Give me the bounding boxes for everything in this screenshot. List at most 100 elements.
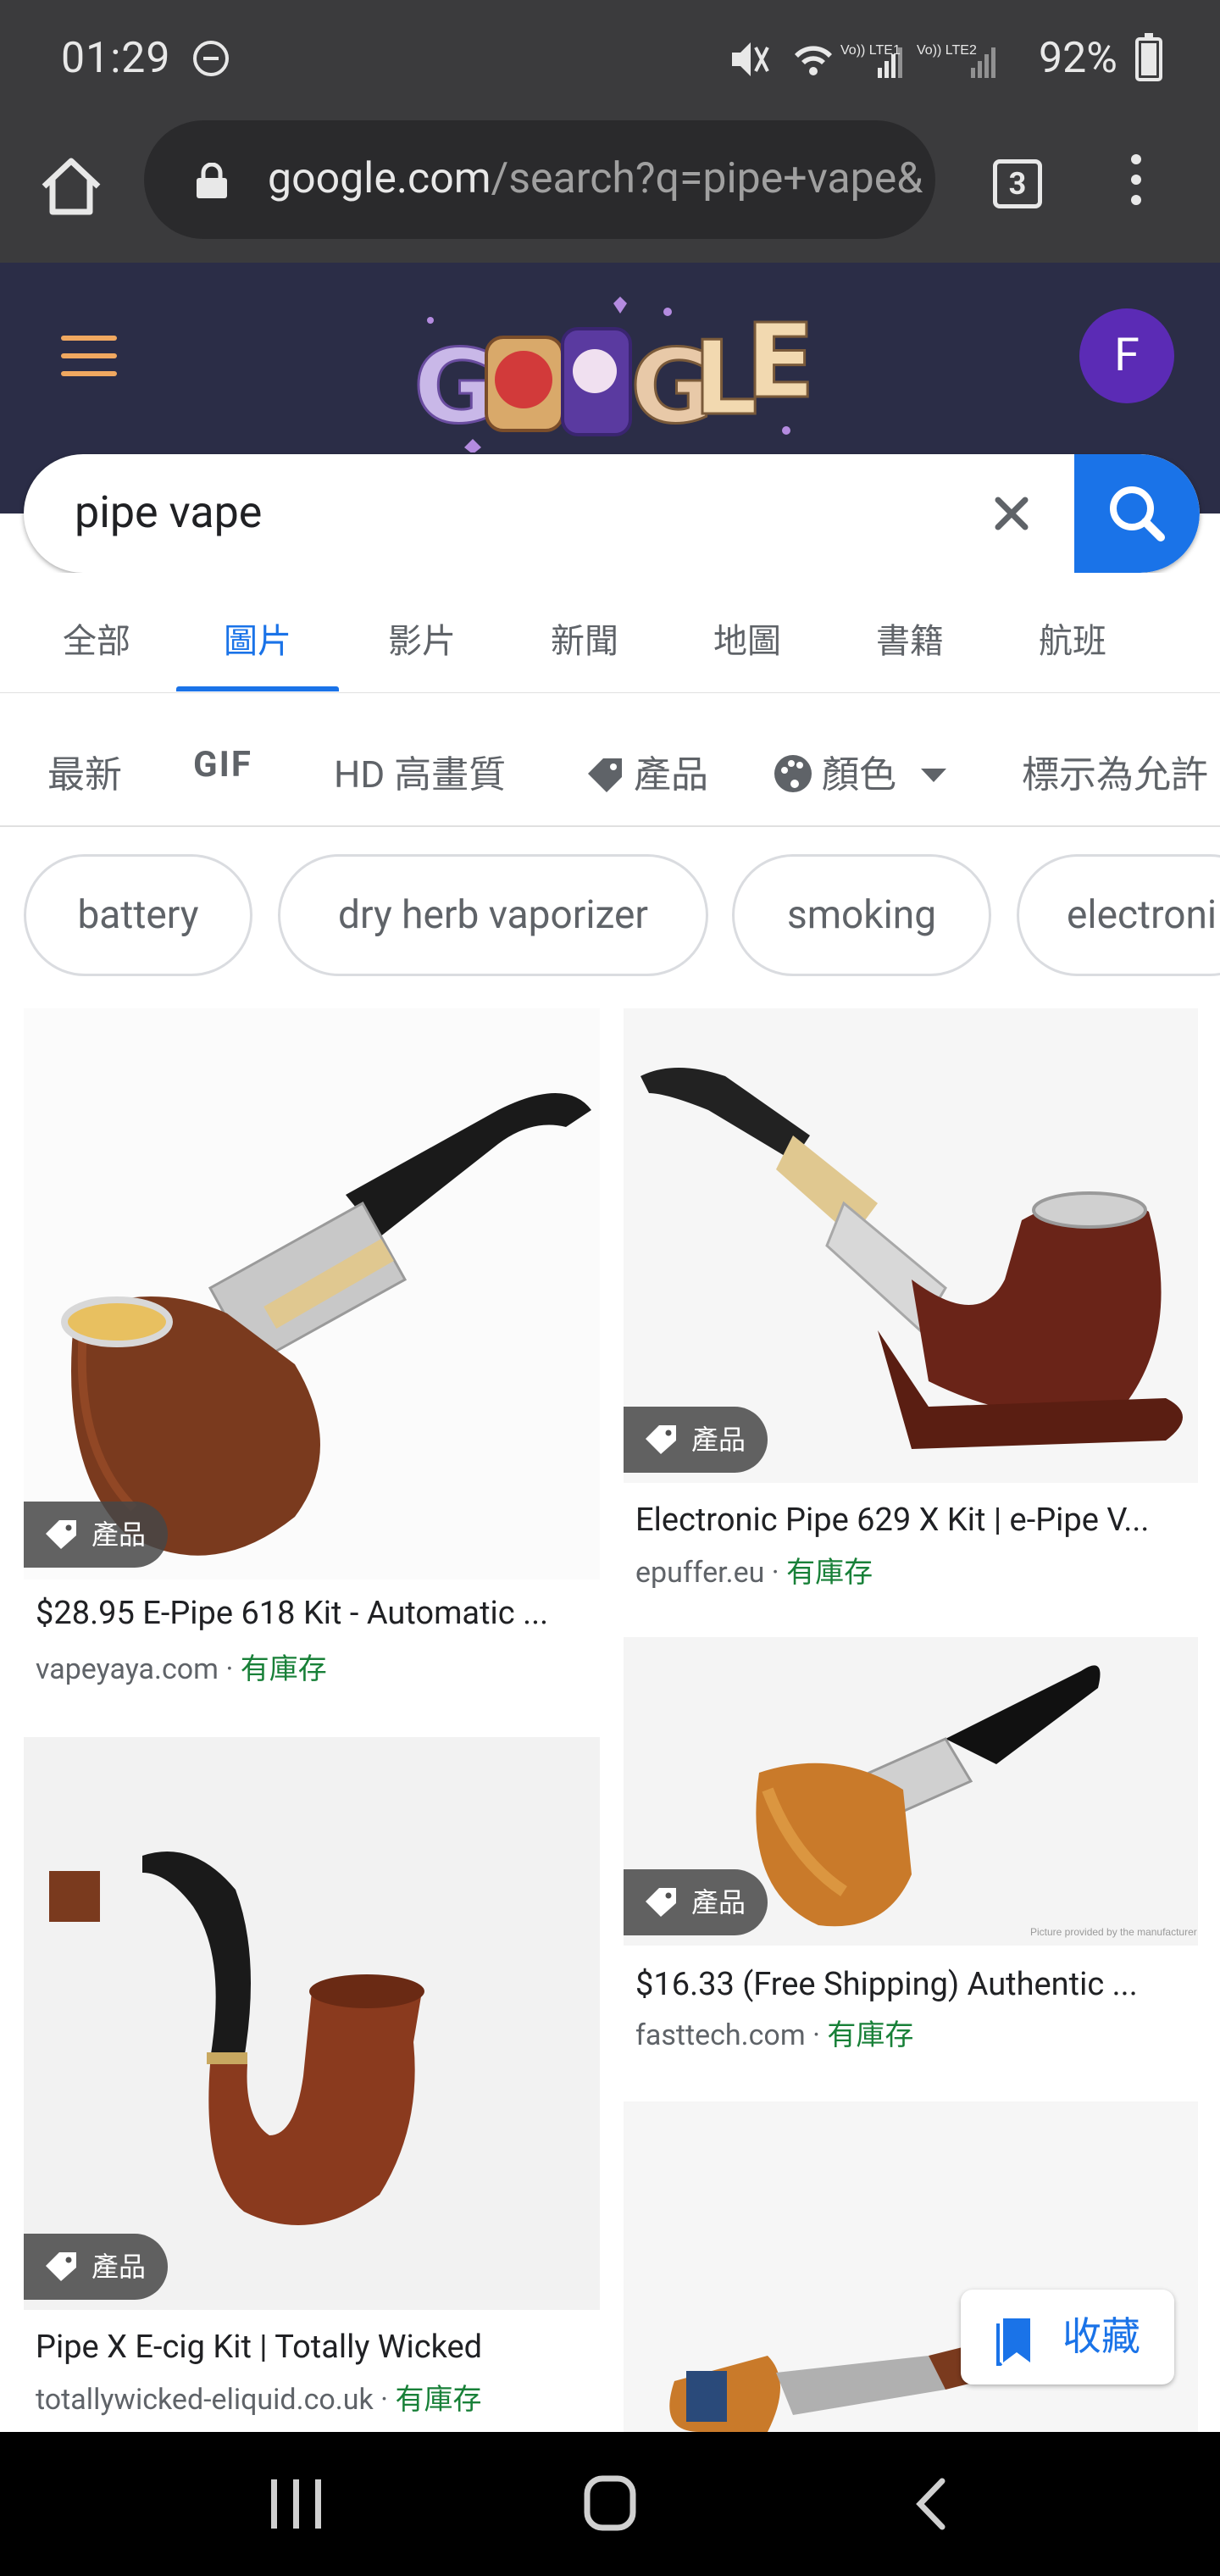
tag-icon <box>46 1520 76 1549</box>
home-nav-icon[interactable] <box>583 2474 637 2532</box>
in-stock-label: 有庫存 <box>827 2018 914 2052</box>
tag-icon <box>588 758 622 792</box>
result-source: totallywicked-eliquid.co.uk · 有庫存 <box>36 2376 481 2418</box>
google-doodle-logo[interactable]: G G L E <box>413 286 815 452</box>
result-title[interactable]: Electronic Pipe 629 X Kit | e-Pipe V... <box>635 1502 1195 1539</box>
result-domain: fasttech.com <box>635 2018 806 2052</box>
status-time: 01:29 <box>61 34 171 83</box>
search-button[interactable] <box>1074 454 1200 573</box>
result-image[interactable] <box>24 1737 600 2310</box>
tool-hd[interactable]: HD 高畫質 <box>334 744 506 798</box>
source-separator: · <box>771 1556 779 1590</box>
active-tab-indicator <box>176 686 339 691</box>
back-icon[interactable] <box>912 2476 949 2532</box>
search-area: pipe vape <box>0 454 1220 573</box>
system-navigation-bar <box>0 2432 1220 2576</box>
pipe-image <box>24 1008 600 1579</box>
result-source: vapeyaya.com · 有庫存 <box>36 1646 327 1687</box>
address-bar[interactable]: google.com/search?q=pipe+vape& <box>144 120 935 239</box>
image-result[interactable]: Picture provided by the manufacturer 產品 … <box>624 1637 1198 2078</box>
account-avatar[interactable]: F <box>1079 308 1174 403</box>
in-stock-label: 有庫存 <box>240 1652 327 1686</box>
url-text: google.com/search?q=pipe+vape& <box>268 154 923 203</box>
tool-color[interactable]: 顏色 <box>773 744 948 798</box>
overflow-menu-icon[interactable] <box>1123 154 1149 222</box>
tab-news[interactable]: 新聞 <box>551 613 618 663</box>
tab-flights[interactable]: 航班 <box>1039 613 1106 663</box>
svg-text:E: E <box>746 303 815 421</box>
tag-icon <box>46 2252 76 2281</box>
url-path: /search?q=pipe+vape& <box>491 154 923 203</box>
svg-text:G: G <box>413 329 497 447</box>
lock-icon <box>197 163 227 198</box>
chip-battery[interactable]: battery <box>24 854 252 976</box>
lte2-label: Vo)) LTE2 <box>917 43 977 58</box>
in-stock-label: 有庫存 <box>395 2383 482 2417</box>
battery-percent: 92% <box>1039 34 1117 83</box>
result-title[interactable]: $28.95 E-Pipe 618 Kit - Automatic ... <box>36 1595 595 1632</box>
product-badge-label: 產品 <box>92 2251 147 2283</box>
image-watermark: Picture provided by the manufacturer <box>1030 1926 1197 1938</box>
home-icon[interactable] <box>37 153 105 220</box>
tool-color-label: 顏色 <box>822 752 896 797</box>
result-source: fasttech.com · 有庫存 <box>635 2012 913 2053</box>
chip-electronic[interactable]: electroni <box>1017 854 1220 976</box>
pipe-image <box>24 1737 600 2310</box>
screen: 01:29 Vo)) LTE1 Vo)) LTE2 92% google.com… <box>0 0 1220 2576</box>
signal-icons: Vo)) LTE1 Vo)) LTE2 <box>732 42 995 78</box>
do-not-disturb-icon <box>193 41 229 76</box>
battery-icon <box>1135 33 1162 81</box>
palette-icon <box>774 755 812 792</box>
clear-icon[interactable] <box>986 488 1037 539</box>
product-badge-label: 產品 <box>691 1886 746 1918</box>
search-input[interactable]: pipe vape <box>75 486 262 538</box>
source-separator: · <box>812 2018 820 2052</box>
tool-products[interactable]: 產品 <box>585 744 708 798</box>
result-title[interactable]: Pipe X E-cig Kit | Totally Wicked <box>36 2329 595 2366</box>
chip-smoking[interactable]: smoking <box>732 854 991 976</box>
tab-maps[interactable]: 地圖 <box>713 613 781 663</box>
result-source: epuffer.eu · 有庫存 <box>635 1549 873 1591</box>
save-button-label: 收藏 <box>1062 2314 1140 2360</box>
product-badge: 產品 <box>624 1407 768 1473</box>
tag-icon <box>646 1425 676 1454</box>
recent-apps-icon[interactable] <box>268 2476 325 2532</box>
image-result[interactable]: 產品 $28.95 E-Pipe 618 Kit - Automatic ...… <box>24 1008 600 1703</box>
chip-dry-herb-vaporizer[interactable]: dry herb vaporizer <box>278 854 708 976</box>
search-icon <box>1110 486 1165 541</box>
image-result[interactable]: 產品 Electronic Pipe 629 X Kit | e-Pipe V.… <box>624 1008 1198 1602</box>
result-domain: vapeyaya.com <box>36 1652 219 1686</box>
product-badge: 產品 <box>624 1869 768 1935</box>
search-type-tabs: 全部 圖片 影片 新聞 地圖 書籍 航班 <box>0 573 1220 693</box>
source-separator: · <box>380 2383 389 2417</box>
product-badge: 產品 <box>24 2234 169 2300</box>
tool-products-label: 產品 <box>634 752 708 797</box>
tag-icon <box>646 1888 676 1917</box>
source-separator: · <box>225 1652 234 1686</box>
tool-license[interactable]: 標示為允許 <box>1022 744 1208 798</box>
image-tools-row: 最新 GIF HD 高畫質 產品 顏色 標示為允許 <box>0 700 1220 827</box>
status-bar: 01:29 Vo)) LTE1 Vo)) LTE2 92% <box>0 0 1220 117</box>
in-stock-label: 有庫存 <box>786 1556 873 1590</box>
result-title[interactable]: $16.33 (Free Shipping) Authentic ... <box>635 1966 1195 2003</box>
url-host: google.com <box>268 154 491 203</box>
search-box: pipe vape <box>24 454 1200 573</box>
collections-save-button[interactable]: 收藏 <box>961 2290 1174 2384</box>
product-badge-label: 產品 <box>92 1518 147 1551</box>
tab-videos[interactable]: 影片 <box>388 613 456 663</box>
related-chips: battery dry herb vaporizer smoking elect… <box>0 827 1220 997</box>
bookmark-icon <box>996 2318 1030 2366</box>
image-result[interactable]: 產品 Pipe X E-cig Kit | Totally Wicked tot… <box>24 1737 600 2432</box>
tab-images[interactable]: 圖片 <box>224 613 291 663</box>
hamburger-menu-icon[interactable] <box>61 336 117 376</box>
tab-switcher-button[interactable]: 3 <box>993 159 1042 208</box>
chevron-down-icon <box>920 769 946 782</box>
tool-latest[interactable]: 最新 <box>47 744 122 798</box>
tab-books[interactable]: 書籍 <box>876 613 944 663</box>
result-image[interactable] <box>24 1008 600 1579</box>
product-badge-label: 產品 <box>691 1424 746 1456</box>
tool-gif[interactable]: GIF <box>193 744 252 786</box>
result-domain: epuffer.eu <box>635 1556 765 1590</box>
google-header: G G L E F <box>0 263 1220 454</box>
tab-all[interactable]: 全部 <box>63 613 130 663</box>
